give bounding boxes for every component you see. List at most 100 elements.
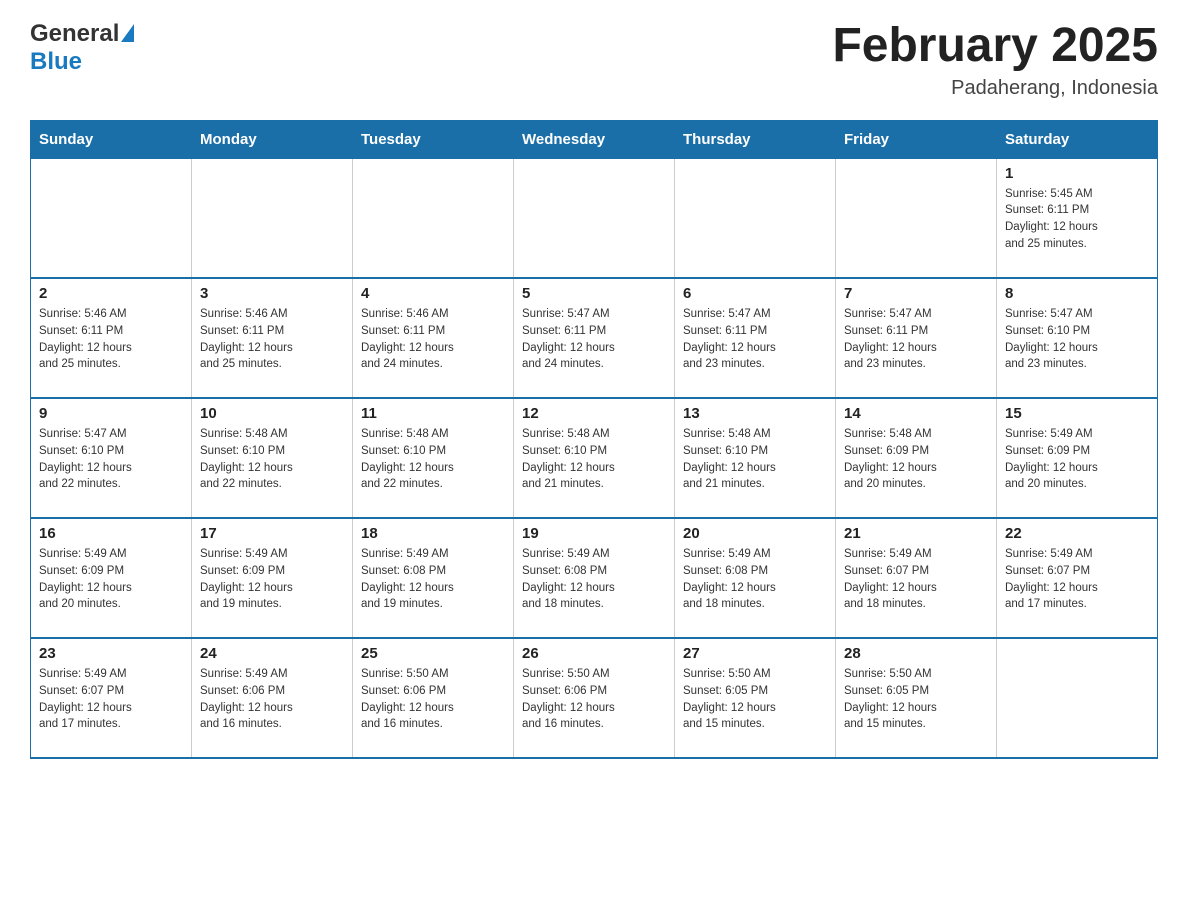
day-number: 24 <box>200 645 344 662</box>
day-number: 11 <box>361 405 505 422</box>
calendar-week-row: 1 Sunrise: 5:45 AM Sunset: 6:11 PM Daylig… <box>31 158 1158 278</box>
calendar-day-cell: 9 Sunrise: 5:47 AM Sunset: 6:10 PM Daylig… <box>31 398 192 518</box>
day-number: 26 <box>522 645 666 662</box>
day-info: Sunrise: 5:49 AM Sunset: 6:08 PM Dayligh… <box>361 546 505 613</box>
day-info: Sunrise: 5:45 AM Sunset: 6:11 PM Dayligh… <box>1005 186 1149 253</box>
day-info: Sunrise: 5:47 AM Sunset: 6:10 PM Dayligh… <box>39 426 183 493</box>
day-info: Sunrise: 5:50 AM Sunset: 6:05 PM Dayligh… <box>844 666 988 733</box>
day-number: 16 <box>39 525 183 542</box>
calendar-week-row: 2 Sunrise: 5:46 AM Sunset: 6:11 PM Daylig… <box>31 278 1158 398</box>
day-info: Sunrise: 5:49 AM Sunset: 6:06 PM Dayligh… <box>200 666 344 733</box>
calendar-day-cell: 4 Sunrise: 5:46 AM Sunset: 6:11 PM Daylig… <box>353 278 514 398</box>
calendar-week-row: 23 Sunrise: 5:49 AM Sunset: 6:07 PM Dayli… <box>31 638 1158 758</box>
calendar-day-cell: 7 Sunrise: 5:47 AM Sunset: 6:11 PM Daylig… <box>836 278 997 398</box>
day-number: 22 <box>1005 525 1149 542</box>
day-info: Sunrise: 5:47 AM Sunset: 6:11 PM Dayligh… <box>522 306 666 373</box>
day-info: Sunrise: 5:49 AM Sunset: 6:08 PM Dayligh… <box>522 546 666 613</box>
calendar-day-cell <box>353 158 514 278</box>
day-number: 10 <box>200 405 344 422</box>
day-info: Sunrise: 5:46 AM Sunset: 6:11 PM Dayligh… <box>200 306 344 373</box>
day-info: Sunrise: 5:46 AM Sunset: 6:11 PM Dayligh… <box>361 306 505 373</box>
day-info: Sunrise: 5:47 AM Sunset: 6:11 PM Dayligh… <box>844 306 988 373</box>
calendar-table: Sunday Monday Tuesday Wednesday Thursday… <box>30 120 1158 760</box>
calendar-day-cell: 20 Sunrise: 5:49 AM Sunset: 6:08 PM Dayli… <box>675 518 836 638</box>
day-number: 23 <box>39 645 183 662</box>
location-subtitle: Padaherang, Indonesia <box>832 77 1158 100</box>
page-header: General Blue February 2025 Padaherang, I… <box>30 20 1158 100</box>
calendar-day-cell: 19 Sunrise: 5:49 AM Sunset: 6:08 PM Dayli… <box>514 518 675 638</box>
calendar-day-cell: 14 Sunrise: 5:48 AM Sunset: 6:09 PM Dayli… <box>836 398 997 518</box>
month-title: February 2025 <box>832 20 1158 73</box>
day-info: Sunrise: 5:48 AM Sunset: 6:10 PM Dayligh… <box>522 426 666 493</box>
calendar-day-cell <box>192 158 353 278</box>
calendar-day-cell: 23 Sunrise: 5:49 AM Sunset: 6:07 PM Dayli… <box>31 638 192 758</box>
day-number: 25 <box>361 645 505 662</box>
calendar-day-cell: 5 Sunrise: 5:47 AM Sunset: 6:11 PM Daylig… <box>514 278 675 398</box>
day-number: 9 <box>39 405 183 422</box>
day-info: Sunrise: 5:49 AM Sunset: 6:07 PM Dayligh… <box>844 546 988 613</box>
day-number: 17 <box>200 525 344 542</box>
calendar-week-row: 9 Sunrise: 5:47 AM Sunset: 6:10 PM Daylig… <box>31 398 1158 518</box>
calendar-week-row: 16 Sunrise: 5:49 AM Sunset: 6:09 PM Dayli… <box>31 518 1158 638</box>
calendar-day-cell: 17 Sunrise: 5:49 AM Sunset: 6:09 PM Dayli… <box>192 518 353 638</box>
day-number: 20 <box>683 525 827 542</box>
day-number: 7 <box>844 285 988 302</box>
calendar-day-cell: 24 Sunrise: 5:49 AM Sunset: 6:06 PM Dayli… <box>192 638 353 758</box>
day-info: Sunrise: 5:49 AM Sunset: 6:09 PM Dayligh… <box>1005 426 1149 493</box>
day-info: Sunrise: 5:48 AM Sunset: 6:10 PM Dayligh… <box>683 426 827 493</box>
day-info: Sunrise: 5:49 AM Sunset: 6:09 PM Dayligh… <box>200 546 344 613</box>
day-number: 14 <box>844 405 988 422</box>
day-number: 15 <box>1005 405 1149 422</box>
calendar-day-cell <box>997 638 1158 758</box>
calendar-day-cell <box>514 158 675 278</box>
col-saturday: Saturday <box>997 120 1158 158</box>
day-number: 12 <box>522 405 666 422</box>
calendar-day-cell: 10 Sunrise: 5:48 AM Sunset: 6:10 PM Dayli… <box>192 398 353 518</box>
calendar-day-cell: 22 Sunrise: 5:49 AM Sunset: 6:07 PM Dayli… <box>997 518 1158 638</box>
day-number: 3 <box>200 285 344 302</box>
col-tuesday: Tuesday <box>353 120 514 158</box>
calendar-day-cell: 21 Sunrise: 5:49 AM Sunset: 6:07 PM Dayli… <box>836 518 997 638</box>
day-number: 1 <box>1005 165 1149 182</box>
day-number: 6 <box>683 285 827 302</box>
day-number: 4 <box>361 285 505 302</box>
col-monday: Monday <box>192 120 353 158</box>
day-info: Sunrise: 5:48 AM Sunset: 6:10 PM Dayligh… <box>200 426 344 493</box>
calendar-day-cell: 26Sunrise: 5:50 AM Sunset: 6:06 PM Dayli… <box>514 638 675 758</box>
calendar-header-row: Sunday Monday Tuesday Wednesday Thursday… <box>31 120 1158 158</box>
day-info: Sunrise: 5:50 AM Sunset: 6:06 PM Dayligh… <box>361 666 505 733</box>
day-info: Sunrise: 5:50 AM Sunset: 6:05 PM Dayligh… <box>683 666 827 733</box>
day-info: Sunrise: 5:47 AM Sunset: 6:11 PM Dayligh… <box>683 306 827 373</box>
calendar-day-cell <box>31 158 192 278</box>
day-number: 5 <box>522 285 666 302</box>
calendar-day-cell: 8Sunrise: 5:47 AM Sunset: 6:10 PM Daylig… <box>997 278 1158 398</box>
day-info: Sunrise: 5:47 AM Sunset: 6:10 PM Dayligh… <box>1005 306 1149 373</box>
day-info: Sunrise: 5:49 AM Sunset: 6:07 PM Dayligh… <box>1005 546 1149 613</box>
day-number: 27 <box>683 645 827 662</box>
calendar-day-cell: 13Sunrise: 5:48 AM Sunset: 6:10 PM Dayli… <box>675 398 836 518</box>
calendar-day-cell <box>675 158 836 278</box>
day-info: Sunrise: 5:46 AM Sunset: 6:11 PM Dayligh… <box>39 306 183 373</box>
calendar-day-cell: 27 Sunrise: 5:50 AM Sunset: 6:05 PM Dayli… <box>675 638 836 758</box>
day-info: Sunrise: 5:49 AM Sunset: 6:07 PM Dayligh… <box>39 666 183 733</box>
col-friday: Friday <box>836 120 997 158</box>
calendar-day-cell: 2 Sunrise: 5:46 AM Sunset: 6:11 PM Daylig… <box>31 278 192 398</box>
day-number: 19 <box>522 525 666 542</box>
day-info: Sunrise: 5:48 AM Sunset: 6:09 PM Dayligh… <box>844 426 988 493</box>
day-info: Sunrise: 5:49 AM Sunset: 6:09 PM Dayligh… <box>39 546 183 613</box>
col-thursday: Thursday <box>675 120 836 158</box>
day-info: Sunrise: 5:49 AM Sunset: 6:08 PM Dayligh… <box>683 546 827 613</box>
calendar-day-cell: 3 Sunrise: 5:46 AM Sunset: 6:11 PM Daylig… <box>192 278 353 398</box>
day-number: 21 <box>844 525 988 542</box>
day-number: 2 <box>39 285 183 302</box>
logo-blue-text: Blue <box>30 48 82 75</box>
logo: General Blue <box>30 20 134 76</box>
col-sunday: Sunday <box>31 120 192 158</box>
calendar-day-cell: 28Sunrise: 5:50 AM Sunset: 6:05 PM Dayli… <box>836 638 997 758</box>
calendar-day-cell: 16 Sunrise: 5:49 AM Sunset: 6:09 PM Dayli… <box>31 518 192 638</box>
calendar-day-cell: 15 Sunrise: 5:49 AM Sunset: 6:09 PM Dayli… <box>997 398 1158 518</box>
calendar-day-cell: 1 Sunrise: 5:45 AM Sunset: 6:11 PM Daylig… <box>997 158 1158 278</box>
calendar-day-cell: 6 Sunrise: 5:47 AM Sunset: 6:11 PM Daylig… <box>675 278 836 398</box>
logo-triangle-icon <box>121 24 134 42</box>
calendar-day-cell: 12 Sunrise: 5:48 AM Sunset: 6:10 PM Dayli… <box>514 398 675 518</box>
